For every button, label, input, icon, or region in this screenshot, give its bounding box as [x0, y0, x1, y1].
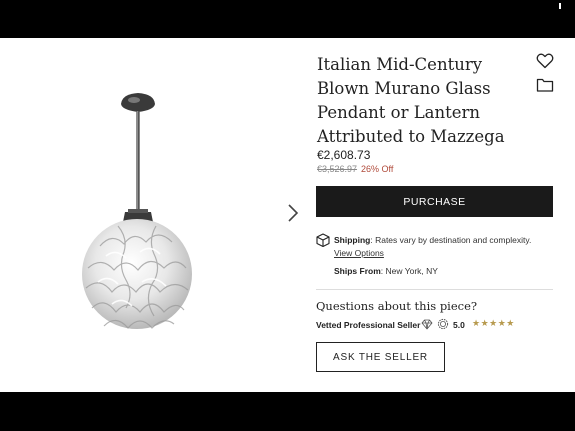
diamond-icon — [421, 319, 433, 330]
rating-stars: ★★★★★ — [472, 318, 515, 328]
product-image[interactable] — [78, 56, 198, 346]
ships-from: Ships From: New York, NY — [334, 266, 438, 276]
heart-icon[interactable] — [536, 52, 554, 70]
product-price: €2,608.73 — [317, 148, 371, 162]
purchase-button[interactable]: PURCHASE — [316, 186, 553, 217]
divider — [316, 289, 553, 290]
box-icon — [316, 233, 330, 247]
product-title: Italian Mid-Century Blown Murano Glass P… — [317, 55, 505, 146]
vetted-seller-label: Vetted Professional Seller — [316, 320, 421, 330]
status-indicator — [559, 3, 561, 9]
shipping-text: : Rates vary by destination and complexi… — [370, 235, 532, 245]
ships-from-value: : New York, NY — [380, 266, 438, 276]
seller-rating: 5.0 — [453, 320, 465, 330]
shipping-label: Shipping — [334, 235, 371, 245]
badge-icon — [437, 318, 449, 330]
bottom-bar — [0, 392, 575, 431]
status-bar — [0, 0, 575, 38]
discount-badge: 26% Off — [361, 164, 394, 174]
ships-from-label: Ships From — [334, 266, 381, 276]
ask-seller-button[interactable]: ASK THE SELLER — [316, 342, 445, 372]
view-options-link[interactable]: View Options — [334, 248, 384, 258]
questions-heading: Questions about this piece? — [316, 299, 478, 313]
original-price: €3,526.97 — [317, 164, 358, 174]
folder-icon[interactable] — [536, 77, 554, 93]
chevron-right-icon[interactable] — [285, 202, 301, 224]
shipping-info: Shipping: Rates vary by destination and … — [334, 235, 531, 245]
